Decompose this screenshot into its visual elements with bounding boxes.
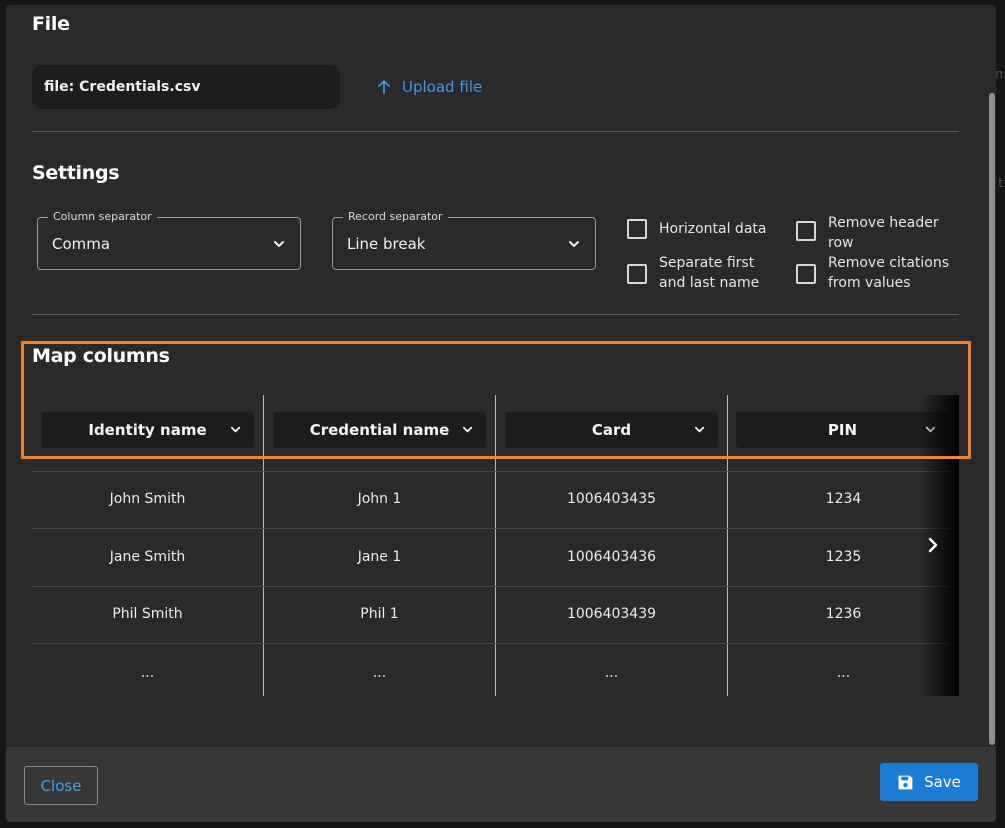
- checkbox-label: Remove citations from values: [828, 255, 950, 291]
- checkbox-label: Remove header row: [828, 215, 939, 251]
- map-columns-table: Identity name Credential name Card PIN J…: [32, 395, 959, 696]
- file-section-title: File: [32, 13, 70, 35]
- section-divider: [32, 131, 959, 132]
- remove-citations-checkbox[interactable]: Remove citations from values: [796, 253, 956, 293]
- chevron-down-icon: [274, 240, 284, 247]
- column-header-credential-name[interactable]: Credential name: [273, 412, 486, 448]
- checkbox-box[interactable]: [796, 264, 816, 284]
- row-divider: [32, 528, 959, 529]
- checkbox-box[interactable]: [627, 219, 647, 239]
- chevron-down-icon: [569, 240, 579, 247]
- column-separator-line: [263, 395, 264, 696]
- close-button-label: Close: [40, 776, 82, 795]
- record-separator-select[interactable]: Record separator Line break: [332, 210, 596, 270]
- column-header-card[interactable]: Card: [505, 412, 718, 448]
- file-name-chip: file: Credentials.csv: [32, 65, 340, 109]
- backdrop-fragment: n: [995, 67, 1003, 81]
- column-separator-label: Column separator: [48, 210, 157, 223]
- column-header-identity-name[interactable]: Identity name: [41, 412, 254, 448]
- column-header-pin[interactable]: PIN: [736, 412, 949, 448]
- upload-file-label: Upload file: [402, 78, 483, 96]
- table-cell: 1006403435: [566, 491, 657, 507]
- table-cell: Phil Smith: [112, 606, 183, 622]
- map-columns-title: Map columns: [32, 345, 170, 367]
- horizontal-data-checkbox[interactable]: Horizontal data: [627, 219, 777, 239]
- chevron-down-icon: [694, 426, 705, 433]
- column-separator-select[interactable]: Column separator Comma: [37, 210, 301, 270]
- settings-section-title: Settings: [32, 162, 120, 184]
- section-divider: [32, 314, 959, 315]
- column-header-label: Identity name: [88, 421, 207, 439]
- chevron-down-icon: [230, 426, 241, 433]
- save-button[interactable]: Save: [880, 763, 978, 801]
- row-divider: [32, 586, 959, 587]
- record-separator-label: Record separator: [343, 210, 448, 223]
- table-cell: ...: [140, 665, 155, 681]
- chevron-down-icon: [462, 426, 473, 433]
- dialog-footer: Close Save: [6, 747, 996, 822]
- upload-file-button[interactable]: Upload file: [376, 75, 482, 99]
- table-cell: Jane 1: [357, 549, 402, 565]
- chevron-right-icon[interactable]: [925, 537, 941, 553]
- remove-header-row-checkbox[interactable]: Remove header row: [796, 213, 956, 253]
- table-cell: Phil 1: [360, 606, 399, 622]
- row-divider: [32, 643, 959, 644]
- checkbox-label: Separate first and last name: [659, 255, 760, 291]
- table-cell: John Smith: [109, 491, 186, 507]
- column-header-label: Card: [591, 421, 632, 439]
- table-cell: Jane Smith: [109, 549, 186, 565]
- file-name-label: file: Credentials.csv: [44, 79, 201, 95]
- record-separator-value: Line break: [347, 234, 426, 253]
- column-separator-line: [727, 395, 728, 696]
- table-cell: John 1: [357, 491, 402, 507]
- checkbox-label: Horizontal data: [659, 221, 767, 237]
- column-separator-value: Comma: [52, 234, 111, 253]
- save-button-label: Save: [924, 773, 961, 791]
- separate-first-last-name-checkbox[interactable]: Separate first and last name: [627, 253, 787, 293]
- import-credentials-dialog: File file: Credentials.csv Upload file S…: [6, 5, 996, 822]
- table-cell: 1006403436: [566, 549, 657, 565]
- floppy-disk-icon: [898, 775, 913, 789]
- table-cell: ...: [372, 665, 387, 681]
- table-cell: ...: [604, 665, 619, 681]
- checkbox-box[interactable]: [627, 264, 647, 284]
- dialog-content: File file: Credentials.csv Upload file S…: [6, 5, 996, 747]
- row-divider: [32, 471, 959, 472]
- table-cell: 1006403439: [566, 606, 657, 622]
- column-header-label: Credential name: [309, 421, 450, 439]
- vertical-scrollbar-thumb[interactable]: [989, 93, 995, 745]
- column-header-label: PIN: [827, 421, 858, 439]
- backdrop-fragment: t: [998, 176, 1003, 190]
- checkbox-box[interactable]: [796, 221, 816, 241]
- arrow-up-icon: [378, 80, 390, 94]
- column-separator-line: [495, 395, 496, 696]
- close-button[interactable]: Close: [24, 766, 98, 805]
